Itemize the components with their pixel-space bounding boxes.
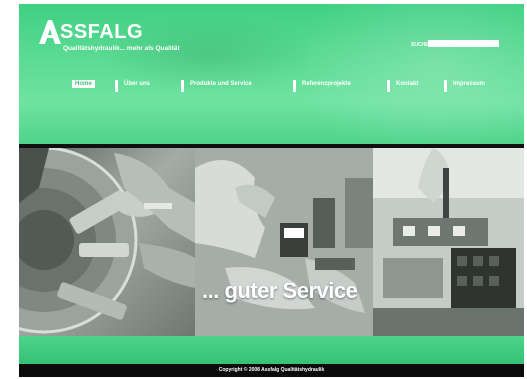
hero-banner: ... guter Service (19, 148, 524, 336)
brand-tagline: Qualitätshydraulik... mehr als Qualität (63, 45, 180, 52)
nav-label-referenzprojekte: Referenzprojekte (302, 81, 351, 87)
hero-photo-hands-valve (195, 148, 373, 336)
nav-separator (293, 80, 296, 92)
green-footer-band (19, 336, 524, 364)
site-footer: Copyright © 2008 Assfalg Qualitätshydrau… (19, 364, 524, 377)
hero-photo-valve-block (373, 148, 524, 336)
nav-label-home: Home (72, 80, 95, 88)
nav-label-impressum: Impressum (453, 81, 486, 87)
search-input[interactable] (428, 40, 499, 47)
nav-label-ueber-uns: Über uns (124, 81, 151, 87)
nav-separator (387, 80, 390, 92)
site-header: SSFALG Qualitätshydraulik... mehr als Qu… (19, 4, 524, 144)
copyright-text: Copyright © 2008 Assfalg Qualitätshydrau… (218, 367, 325, 373)
nav-separator (115, 80, 118, 92)
main-navigation: Home Über uns Produkte und Service Refer… (19, 70, 524, 100)
nav-label-produkte-und-service: Produkte und Service (190, 81, 252, 87)
hero-headline: ... guter Service (202, 278, 358, 303)
brand-name: SSFALG (60, 21, 144, 43)
logo-a-icon (39, 20, 61, 44)
nav-separator (181, 80, 184, 92)
search-label: SUCHE (411, 42, 429, 48)
nav-separator (444, 80, 447, 92)
page-frame: SSFALG Qualitätshydraulik... mehr als Qu… (19, 4, 524, 377)
hero-photo-chuck (19, 148, 195, 336)
nav-label-kontakt: Kontakt (396, 81, 419, 87)
